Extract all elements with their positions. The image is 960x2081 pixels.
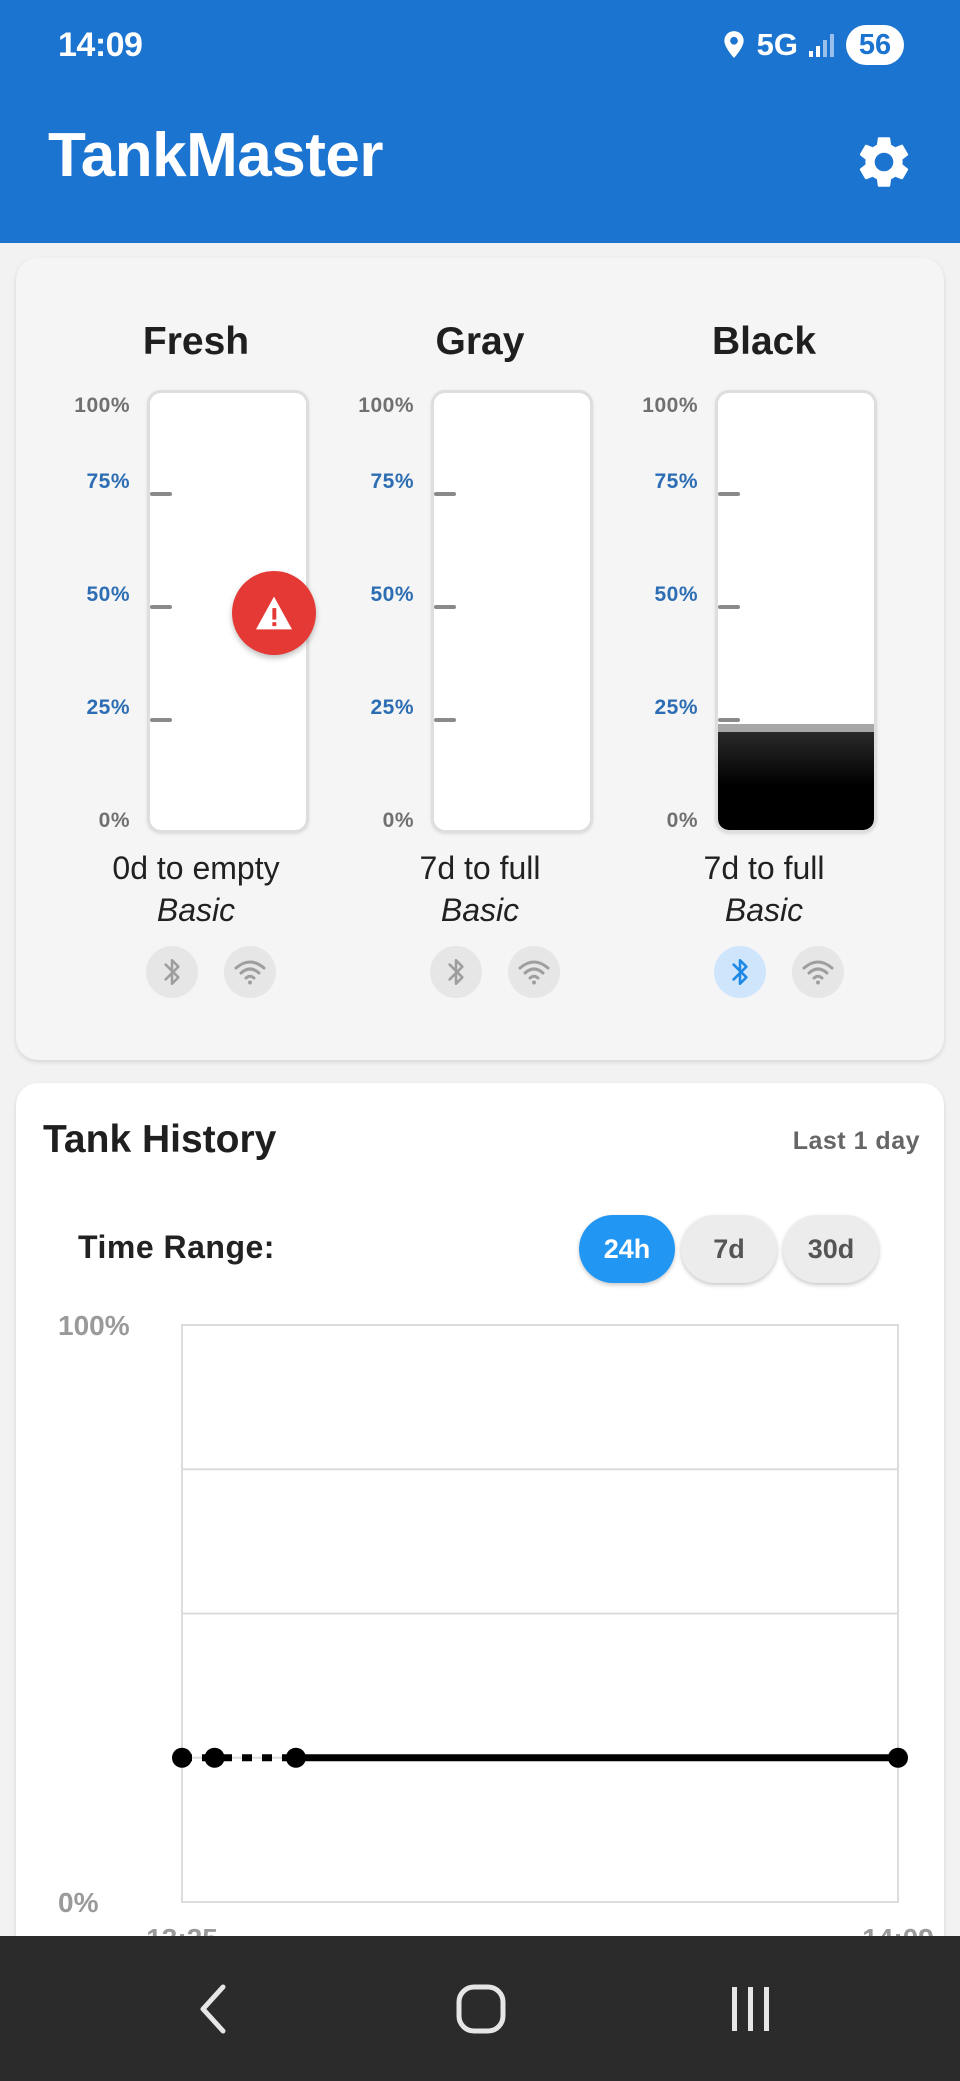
tick-label-75: 75%	[654, 470, 698, 493]
wifi-icon	[802, 960, 834, 985]
app-title: TankMaster	[48, 121, 383, 190]
chart-data-point	[285, 1747, 306, 1768]
tank-name: Fresh	[142, 320, 250, 363]
tank-type: Basic	[156, 892, 236, 928]
tick-label-50: 50%	[370, 583, 414, 606]
gauge-tick	[718, 605, 740, 609]
gauge-tick	[718, 718, 740, 722]
recents-button[interactable]	[706, 1964, 796, 2054]
tank-gauge	[715, 390, 877, 833]
alert-badge[interactable]	[232, 571, 316, 655]
gauge-tick	[150, 492, 172, 496]
gear-icon	[859, 137, 909, 187]
tank-fresh[interactable]: Fresh 100% 75% 50% 25% 0% 0d to empty Ba…	[46, 258, 346, 1060]
wifi-button[interactable]	[508, 946, 560, 998]
tank-gray[interactable]: Gray 100% 75% 50% 25% 0% 7d to full Basi…	[330, 258, 630, 1060]
network-type: 5G	[756, 27, 798, 62]
tick-label-75: 75%	[86, 470, 130, 493]
warning-icon	[256, 596, 292, 630]
bluetooth-button[interactable]	[430, 946, 482, 998]
tank-status: 7d to full	[419, 850, 541, 886]
gauge-tick	[434, 492, 456, 496]
battery-indicator: 56	[846, 25, 904, 65]
tank-fill	[718, 724, 874, 830]
tick-label-0: 0%	[98, 809, 130, 832]
tank-status: 0d to empty	[112, 850, 280, 886]
tick-label-0: 0%	[382, 809, 414, 832]
history-period: Last 1 day	[792, 1127, 920, 1155]
chart-data-point	[888, 1747, 908, 1768]
tick-label-0: 0%	[666, 809, 698, 832]
tick-label-50: 50%	[86, 583, 130, 606]
wifi-button[interactable]	[224, 946, 276, 998]
tick-label-25: 25%	[654, 696, 698, 719]
status-time: 14:09	[58, 26, 143, 64]
gauge-tick	[150, 718, 172, 722]
signal-icon	[809, 34, 834, 57]
range-chip-30d[interactable]: 30d	[783, 1215, 879, 1283]
bluetooth-icon	[164, 959, 180, 985]
tick-label-25: 25%	[86, 696, 130, 719]
tank-gauge	[431, 390, 593, 833]
chart-data-point	[172, 1747, 192, 1768]
status-icons: 5G 56	[721, 22, 904, 68]
tick-label-25: 25%	[370, 696, 414, 719]
gauge-tick	[434, 605, 456, 609]
navigation-bar	[0, 1936, 960, 2081]
tank-name: Gray	[435, 320, 525, 363]
tank-type: Basic	[724, 892, 804, 928]
tick-label-75: 75%	[370, 470, 414, 493]
bluetooth-button[interactable]	[714, 946, 766, 998]
home-button[interactable]	[436, 1964, 526, 2054]
back-button[interactable]	[168, 1964, 258, 2054]
gauge-tick	[150, 605, 172, 609]
screen: 14:09 5G 56 TankMaster Fresh 100% 75% 50…	[0, 0, 960, 2081]
tank-type: Basic	[440, 892, 520, 928]
tick-label-100: 100%	[358, 394, 414, 417]
wifi-icon	[234, 960, 266, 985]
bluetooth-icon	[732, 959, 748, 985]
recents-icon	[732, 1987, 769, 2031]
history-card: Tank History Last 1 day Time Range: 24h …	[16, 1083, 944, 2081]
chart-y-tick-label: 0%	[58, 1887, 99, 1918]
range-chip-7d[interactable]: 7d	[681, 1215, 777, 1283]
tank-status: 7d to full	[703, 850, 825, 886]
back-icon	[200, 1984, 226, 2034]
bluetooth-button[interactable]	[146, 946, 198, 998]
chart-data-point	[204, 1747, 225, 1768]
home-icon	[456, 1984, 506, 2034]
tank-black[interactable]: Black 100% 75% 50% 25% 0% 7d to full Bas…	[614, 258, 914, 1060]
bluetooth-icon	[448, 959, 464, 985]
tick-label-50: 50%	[654, 583, 698, 606]
tanks-card: Fresh 100% 75% 50% 25% 0% 0d to empty Ba…	[16, 258, 944, 1060]
gauge-tick	[434, 718, 456, 722]
tick-label-100: 100%	[642, 394, 698, 417]
location-icon	[723, 31, 744, 58]
settings-button[interactable]	[850, 128, 918, 196]
chart-y-tick-label: 100%	[58, 1310, 130, 1341]
history-chart: 100%0%13:2514:09	[58, 1310, 934, 1954]
time-range-label: Time Range:	[78, 1229, 275, 1265]
range-chip-24h[interactable]: 24h	[579, 1215, 675, 1283]
wifi-button[interactable]	[792, 946, 844, 998]
tank-name: Black	[711, 320, 817, 363]
tick-label-100: 100%	[74, 394, 130, 417]
gauge-tick	[718, 492, 740, 496]
wifi-icon	[518, 960, 550, 985]
app-bar: 14:09 5G 56 TankMaster	[0, 0, 960, 243]
history-title: Tank History	[43, 1118, 277, 1161]
